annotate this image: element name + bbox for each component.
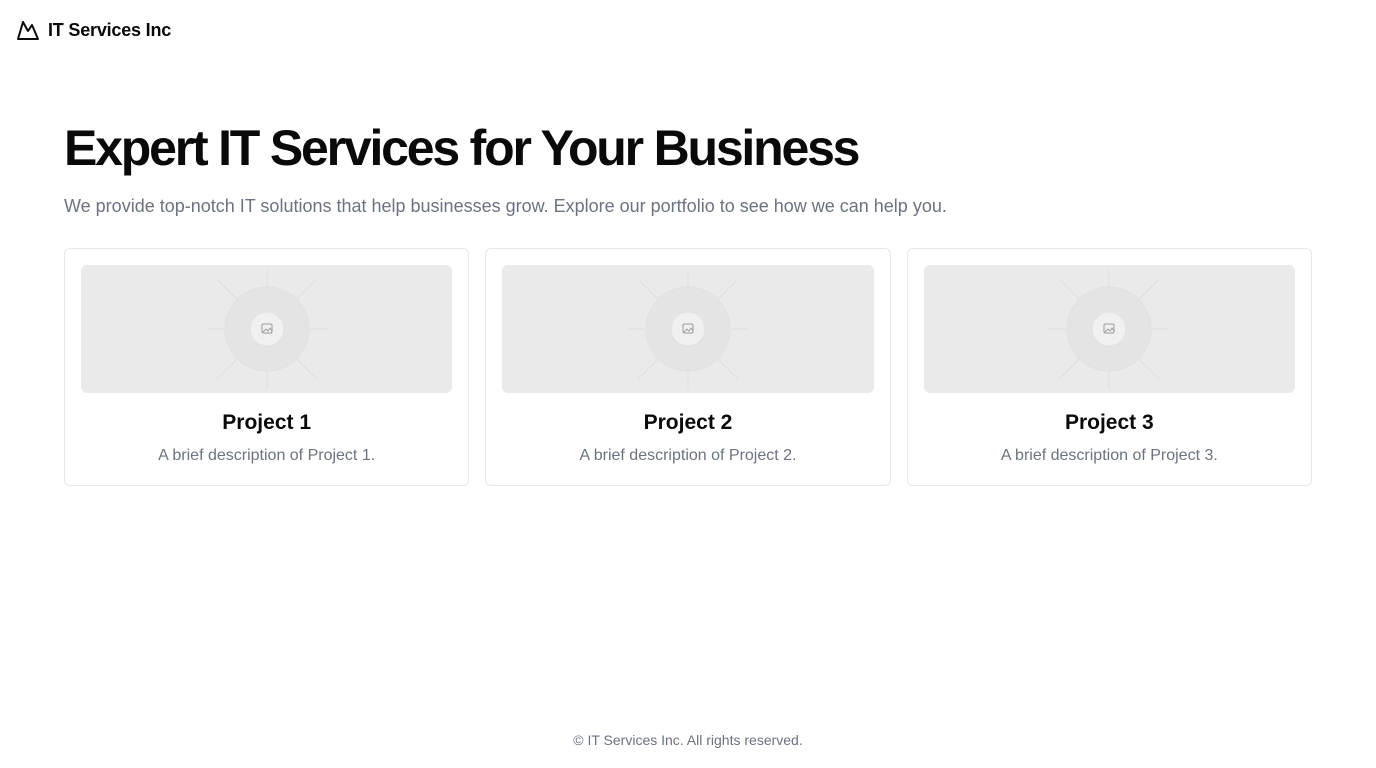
project-title: Project 3 xyxy=(1064,411,1154,434)
project-card[interactable]: Project 1 A brief description of Project… xyxy=(64,248,470,486)
project-description: A brief description of Project 3. xyxy=(1000,447,1218,464)
project-title: Project 1 xyxy=(222,411,312,434)
project-image xyxy=(923,265,1295,393)
project-image xyxy=(81,265,453,393)
project-card[interactable]: Project 2 A brief description of Project… xyxy=(485,248,891,486)
hero-section: Expert IT Services for Your Business We … xyxy=(64,118,1312,220)
site-header: IT Services Inc xyxy=(16,16,171,44)
project-description: A brief description of Project 2. xyxy=(579,447,797,464)
copyright-text: © IT Services Inc. All rights reserved. xyxy=(573,732,803,748)
image-placeholder-icon xyxy=(206,269,327,389)
image-placeholder-icon xyxy=(1049,269,1170,389)
project-description: A brief description of Project 1. xyxy=(158,447,376,464)
hero-subtitle: We provide top-notch IT solutions that h… xyxy=(64,196,947,216)
page-title: Expert IT Services for Your Business xyxy=(64,120,860,176)
mountain-icon[interactable] xyxy=(16,18,40,42)
project-title: Project 2 xyxy=(643,411,733,434)
project-card[interactable]: Project 3 A brief description of Project… xyxy=(906,248,1312,486)
site-footer: © IT Services Inc. All rights reserved. xyxy=(0,732,1376,748)
brand-name[interactable]: IT Services Inc xyxy=(48,20,171,41)
project-image xyxy=(502,265,874,393)
portfolio-grid: Project 1 A brief description of Project… xyxy=(64,248,1312,486)
image-placeholder-icon xyxy=(627,269,748,389)
